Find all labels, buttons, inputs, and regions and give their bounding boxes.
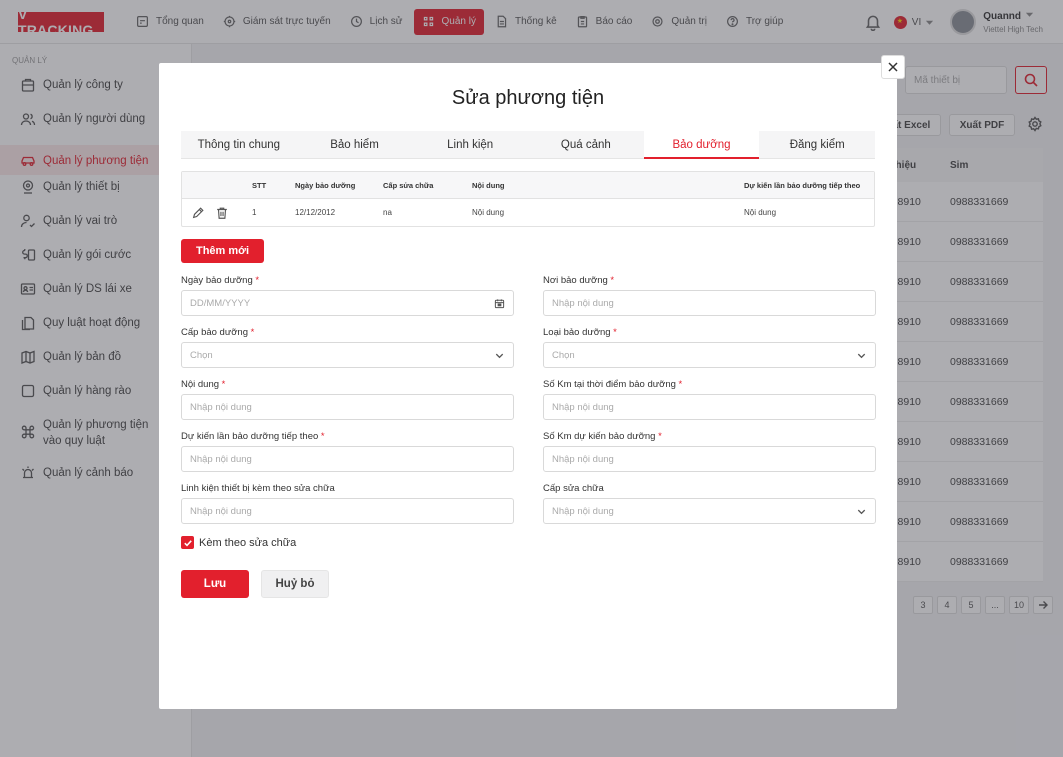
input-placeholder: Nhập nội dung xyxy=(552,453,614,465)
select-placeholder: Nhập nội dung xyxy=(552,505,614,517)
with-repair-checkbox-row[interactable]: Kèm theo sửa chữa xyxy=(181,536,296,549)
maintenance-level-field: Cấp bảo dưỡng * Chọn xyxy=(181,327,514,368)
table-row: 1 12/12/2012 na Nội dung Nội dung xyxy=(182,199,874,226)
tab-components[interactable]: Linh kiện xyxy=(412,131,528,158)
cell-next-maintenance: Nội dung xyxy=(744,208,777,217)
field-label: Nội dung xyxy=(181,379,220,390)
tab-insurance[interactable]: Bảo hiểm xyxy=(297,131,413,158)
field-label: Linh kiện thiết bị kèm theo sửa chữa xyxy=(181,483,335,494)
maintenance-table: STT Ngày bảo dưỡng Cấp sửa chữa Nội dung… xyxy=(181,171,875,227)
repair-level-field: Cấp sửa chữa Nhập nội dung xyxy=(543,483,876,524)
field-label: Cấp bảo dưỡng xyxy=(181,327,248,338)
required-marker: * xyxy=(678,379,683,390)
tab-general-info[interactable]: Thông tin chung xyxy=(181,131,297,158)
save-button[interactable]: Lưu xyxy=(181,570,249,598)
next-maintenance-field: Dự kiến lần bảo dưỡng tiếp theo * Nhập n… xyxy=(181,431,514,472)
edit-vehicle-modal: Sửa phương tiện Thông tin chung Bảo hiểm… xyxy=(159,55,905,709)
maintenance-location-input[interactable]: Nhập nội dung xyxy=(543,290,876,316)
cell-date: 12/12/2012 xyxy=(295,208,336,217)
cell-content: Nội dung xyxy=(472,208,505,217)
input-placeholder: Nhập nội dung xyxy=(190,505,252,517)
components-field: Linh kiện thiết bị kèm theo sửa chữa Nhậ… xyxy=(181,483,514,524)
field-label: Loại bảo dưỡng xyxy=(543,327,611,338)
input-placeholder: Nhập nội dung xyxy=(552,401,614,413)
required-marker: * xyxy=(613,327,617,338)
checkbox-label: Kèm theo sửa chữa xyxy=(199,536,297,549)
field-label: Dự kiến lần bảo dưỡng tiếp theo xyxy=(181,431,319,442)
checkmark-icon xyxy=(183,538,193,548)
select-placeholder: Chọn xyxy=(190,349,213,361)
edit-pencil-icon[interactable] xyxy=(191,206,205,220)
tab-transit[interactable]: Quá cảnh xyxy=(528,131,644,158)
maintenance-type-select[interactable]: Chọn xyxy=(543,342,876,368)
input-placeholder: DD/MM/YYYY xyxy=(190,297,251,309)
modal-tabs: Thông tin chung Bảo hiểm Linh kiện Quá c… xyxy=(181,131,875,159)
required-marker: * xyxy=(221,379,226,390)
add-new-button[interactable]: Thêm mới xyxy=(181,239,264,263)
components-input[interactable]: Nhập nội dung xyxy=(181,498,514,524)
column-header-repair-level: Cấp sửa chữa xyxy=(383,180,434,190)
maintenance-level-select[interactable]: Chọn xyxy=(181,342,514,368)
tab-registration[interactable]: Đăng kiểm xyxy=(759,131,875,158)
close-button[interactable] xyxy=(881,55,905,79)
column-header-content: Nội dung xyxy=(472,180,505,190)
required-marker: * xyxy=(255,275,260,286)
chevron-down-icon xyxy=(856,506,867,517)
calendar-icon[interactable] xyxy=(494,298,505,309)
maintenance-type-field: Loại bảo dưỡng * Chọn xyxy=(543,327,876,368)
chevron-down-icon xyxy=(856,350,867,361)
expected-km-field: Số Km dự kiến bảo dưỡng * Nhập nội dung xyxy=(543,431,876,472)
cell-stt: 1 xyxy=(252,208,257,217)
content-field: Nội dung * Nhập nội dung xyxy=(181,379,514,420)
input-placeholder: Nhập nội dung xyxy=(190,453,252,465)
field-label: Cấp sửa chữa xyxy=(543,483,604,494)
maintenance-location-field: Nơi bảo dưỡng * Nhập nội dung xyxy=(543,275,876,316)
input-placeholder: Nhập nội dung xyxy=(190,401,252,413)
modal-title: Sửa phương tiện xyxy=(451,87,605,109)
field-label: Số Km dự kiến bảo dưỡng xyxy=(543,431,656,442)
expected-km-input[interactable]: Nhập nội dung xyxy=(543,446,876,472)
column-header-stt: STT xyxy=(252,180,267,190)
field-label: Số Km tại thời điểm bảo dưỡng xyxy=(543,379,676,390)
required-marker: * xyxy=(320,431,325,442)
cell-repair-level: na xyxy=(383,208,392,217)
next-maintenance-input[interactable]: Nhập nội dung xyxy=(181,446,514,472)
required-marker: * xyxy=(658,431,662,442)
required-marker: * xyxy=(610,275,615,286)
km-at-maintenance-input[interactable]: Nhập nội dung xyxy=(543,394,876,420)
close-icon xyxy=(887,61,899,73)
trash-icon[interactable] xyxy=(215,206,229,220)
input-placeholder: Nhập nội dung xyxy=(552,297,614,309)
column-header-next-maintenance: Dự kiến lần bảo dưỡng tiếp theo xyxy=(744,180,861,190)
required-marker: * xyxy=(250,327,255,338)
field-label: Ngày bảo dưỡng xyxy=(181,275,253,286)
tab-maintenance[interactable]: Bảo dưỡng xyxy=(643,131,760,159)
chevron-down-icon xyxy=(494,350,505,361)
content-input[interactable]: Nhập nội dung xyxy=(181,394,514,420)
maintenance-date-input[interactable]: DD/MM/YYYY xyxy=(181,290,514,316)
table-header: STT Ngày bảo dưỡng Cấp sửa chữa Nội dung… xyxy=(182,172,874,199)
with-repair-checkbox[interactable] xyxy=(181,536,194,549)
column-header-date: Ngày bảo dưỡng xyxy=(295,180,356,190)
maintenance-date-field: Ngày bảo dưỡng * DD/MM/YYYY xyxy=(181,275,514,316)
select-placeholder: Chọn xyxy=(552,349,575,361)
km-at-maintenance-field: Số Km tại thời điểm bảo dưỡng * Nhập nội… xyxy=(543,379,876,420)
field-label: Nơi bảo dưỡng xyxy=(543,275,608,286)
repair-level-select[interactable]: Nhập nội dung xyxy=(543,498,876,524)
cancel-button[interactable]: Huỷ bỏ xyxy=(261,570,329,598)
